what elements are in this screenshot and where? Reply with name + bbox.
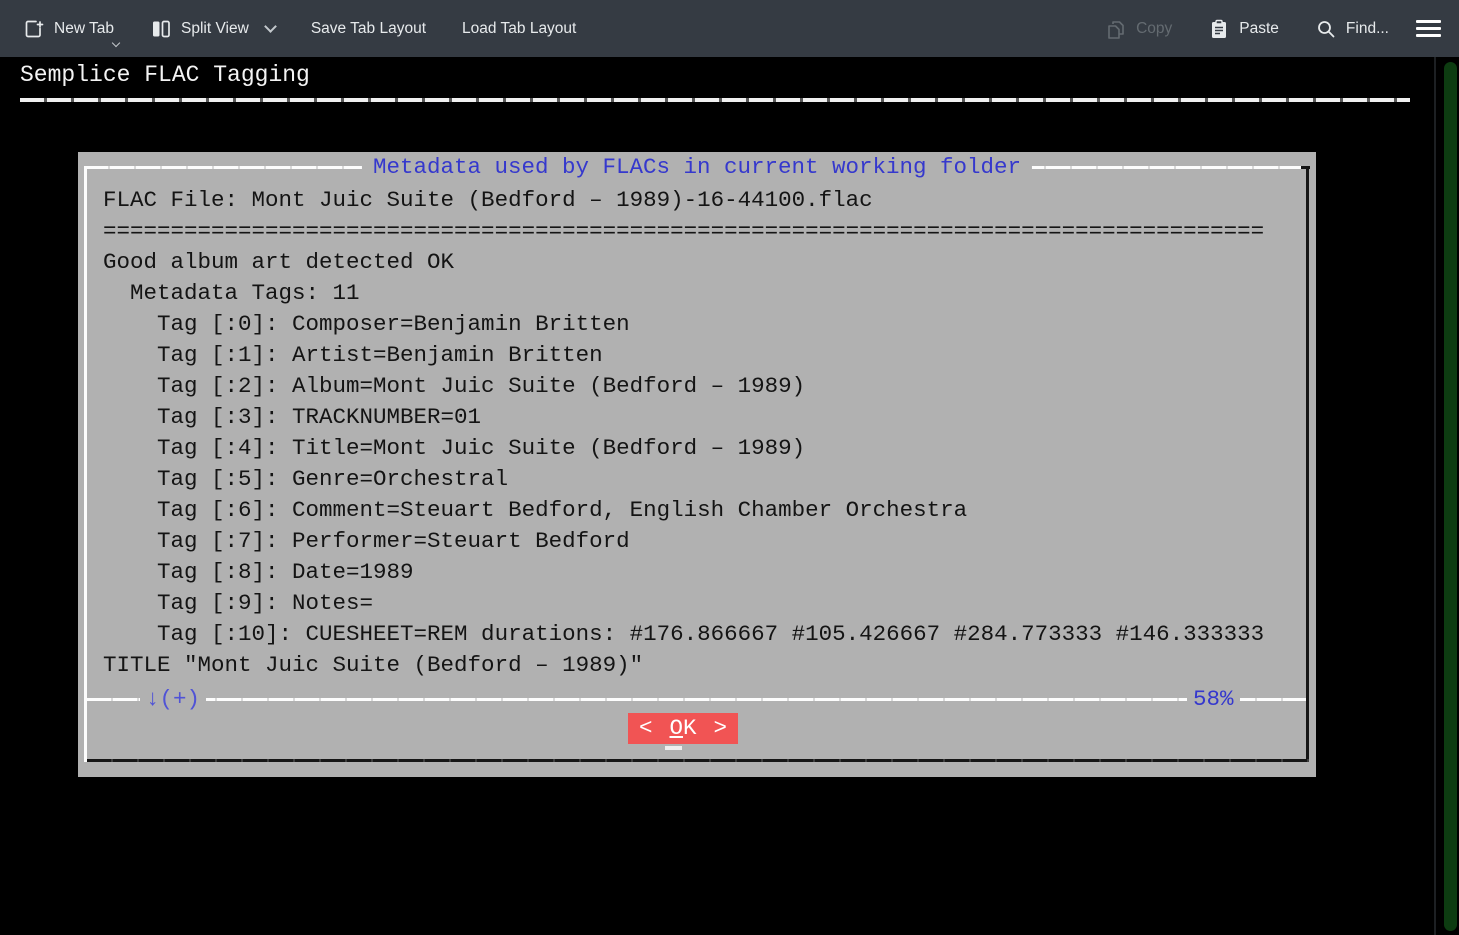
copy-button[interactable]: Copy [1094,10,1183,48]
dialog-title: Metadata used by FLACs in current workin… [362,153,1032,182]
toolbar: New Tab Split View Save Tab Layout Load … [0,0,1459,57]
terminal-pane[interactable]: Semplice FLAC Tagging Metadata used by F… [0,57,1459,935]
dialog-text-line: Tag [:9]: Notes= [103,588,1302,619]
new-tab-label: New Tab [54,20,114,38]
dialog-text-line: Tag [:5]: Genre=Orchestral [103,464,1302,495]
dialog-text-line: FLAC File: Mont Juic Suite (Bedford – 19… [103,185,1302,216]
dialog-text-line: Tag [:6]: Comment=Steuart Bedford, Engli… [103,495,1302,526]
chevron-down-icon [264,20,277,33]
dialog-text-line: TITLE "Mont Juic Suite (Bedford – 1989)" [103,650,1302,681]
terminal-heading-rule [20,98,1410,102]
more-content-indicator: ↓(+) [140,685,206,714]
toolbar-right-group: Copy Paste Find... [1094,10,1443,48]
ok-button-right-bracket: > [713,713,727,744]
paste-icon [1208,18,1230,40]
paste-label: Paste [1239,20,1279,38]
chevron-down-icon [112,38,120,46]
dialog-text-line: Tag [:4]: Title=Mont Juic Suite (Bedford… [103,433,1302,464]
copy-label: Copy [1136,20,1172,38]
paste-button[interactable]: Paste [1197,10,1290,48]
find-label: Find... [1346,20,1389,38]
ok-button[interactable]: < OK > [628,713,738,744]
split-view-button[interactable]: Split View [139,10,286,48]
dialog-text-line: Tag [:3]: TRACKNUMBER=01 [103,402,1302,433]
dialog-separator [87,698,1306,701]
search-icon [1315,18,1337,40]
save-tab-layout-button[interactable]: Save Tab Layout [300,12,437,46]
dialog-text-line: ========================================… [103,216,1302,247]
dialog-border-left [84,166,87,762]
dialog-text-line: Tag [:7]: Performer=Steuart Bedford [103,526,1302,557]
dialog-text-line: Good album art detected OK [103,247,1302,278]
scrollbar-track [1434,57,1436,935]
dialog-text-line: Tag [:8]: Date=1989 [103,557,1302,588]
menu-icon[interactable] [1414,14,1443,43]
new-tab-icon [23,18,45,40]
ok-button-label: OK [669,713,696,744]
dialog-border-bottom [87,759,1309,762]
new-tab-button[interactable]: New Tab [12,10,125,48]
scrollbar-thumb[interactable] [1444,62,1457,931]
copy-icon [1105,18,1127,40]
ok-button-left-bracket: < [639,713,653,744]
dialog-text-line: Tag [:2]: Album=Mont Juic Suite (Bedford… [103,371,1302,402]
terminal-cursor [665,746,682,750]
split-view-label: Split View [181,20,249,38]
dialog-text: FLAC File: Mont Juic Suite (Bedford – 19… [103,185,1302,681]
scroll-percentage: 58% [1187,685,1240,714]
save-tab-layout-label: Save Tab Layout [311,20,426,38]
dialog-text-line: Tag [:0]: Composer=Benjamin Britten [103,309,1302,340]
terminal-heading: Semplice FLAC Tagging [20,59,310,91]
toolbar-left-group: New Tab Split View Save Tab Layout Load … [12,10,587,48]
dialog-text-line: Metadata Tags: 11 [103,278,1302,309]
load-tab-layout-button[interactable]: Load Tab Layout [451,12,587,46]
metadata-dialog: Metadata used by FLACs in current workin… [78,152,1316,777]
dialog-border-right [1306,166,1309,762]
load-tab-layout-label: Load Tab Layout [462,20,576,38]
dialog-text-line: Tag [:10]: CUESHEET=REM durations: #176.… [103,619,1302,650]
split-view-icon [150,18,172,40]
dialog-text-line: Tag [:1]: Artist=Benjamin Britten [103,340,1302,371]
find-button[interactable]: Find... [1304,10,1400,48]
